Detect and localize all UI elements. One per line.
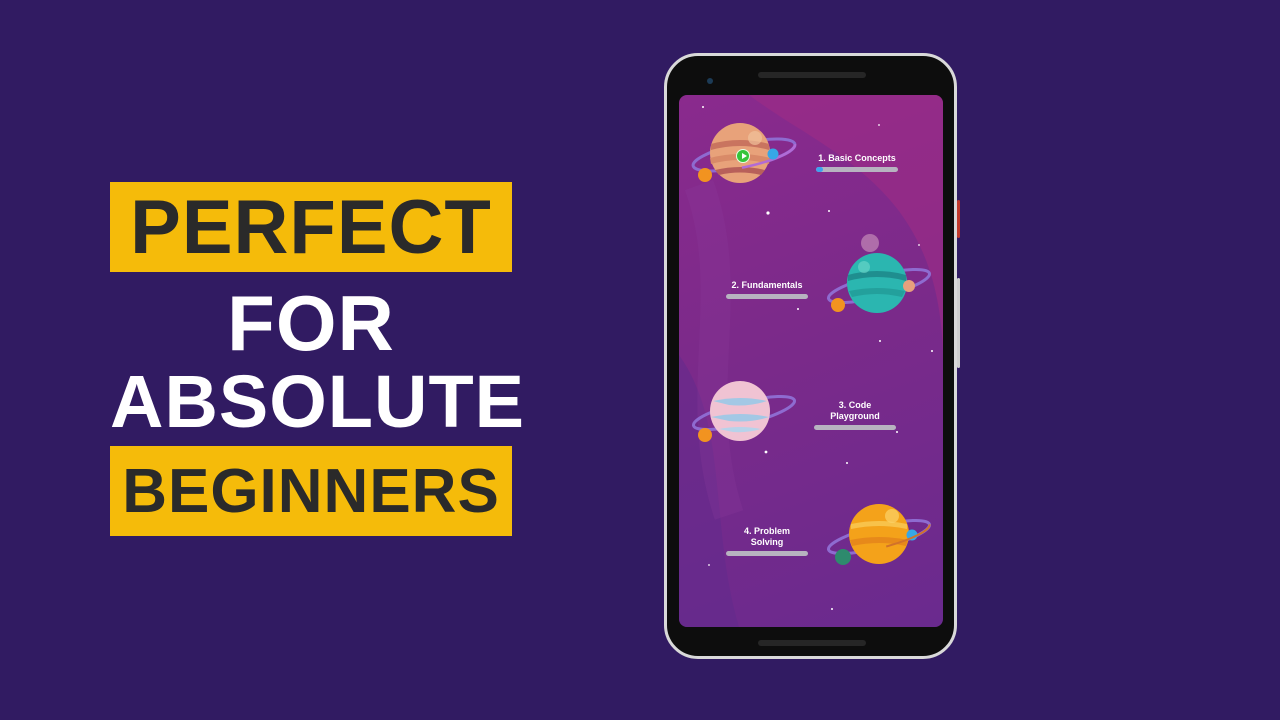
level-2-item[interactable]: 2. Fundamentals (719, 280, 815, 299)
earpiece-speaker (758, 72, 866, 78)
volume-button (957, 278, 960, 368)
headline-line-3: ABSOLUTE (110, 360, 525, 443)
level-1-label: 1. Basic Concepts (818, 153, 896, 163)
level-3-item[interactable]: 3. Code Playground (807, 400, 903, 430)
pink-planet-icon[interactable] (689, 375, 799, 450)
level-2-label: 2. Fundamentals (731, 280, 803, 290)
power-button (957, 200, 960, 238)
headline-perfect-banner: PERFECT (110, 182, 512, 272)
yellow-planet-icon[interactable] (824, 500, 934, 575)
level-1-progress-fill (816, 167, 823, 172)
teal-planet-icon[interactable] (824, 231, 934, 321)
level-3-label: 3. Code Playground (830, 400, 880, 421)
front-camera (707, 78, 713, 84)
headline-line-1: PERFECT (130, 184, 492, 270)
level-4-progress-bar (726, 551, 808, 556)
level-4-label: 4. Problem Solving (743, 526, 790, 547)
bottom-speaker (758, 640, 866, 646)
phone-frame: 1. Basic Concepts 2. Fundamentals 3. Cod… (664, 53, 960, 659)
app-screen: 1. Basic Concepts 2. Fundamentals 3. Cod… (679, 95, 943, 627)
level-3-progress-bar (814, 425, 896, 430)
headline-line-4: BEGINNERS (122, 456, 500, 526)
play-icon[interactable] (736, 149, 750, 163)
level-2-progress-bar (726, 294, 808, 299)
level-4-item[interactable]: 4. Problem Solving (719, 526, 815, 556)
headline-line-2: FOR (227, 279, 395, 367)
level-1-progress-bar (816, 167, 898, 172)
headline-beginners-banner: BEGINNERS (110, 446, 512, 536)
level-1-item[interactable]: 1. Basic Concepts (809, 153, 905, 172)
